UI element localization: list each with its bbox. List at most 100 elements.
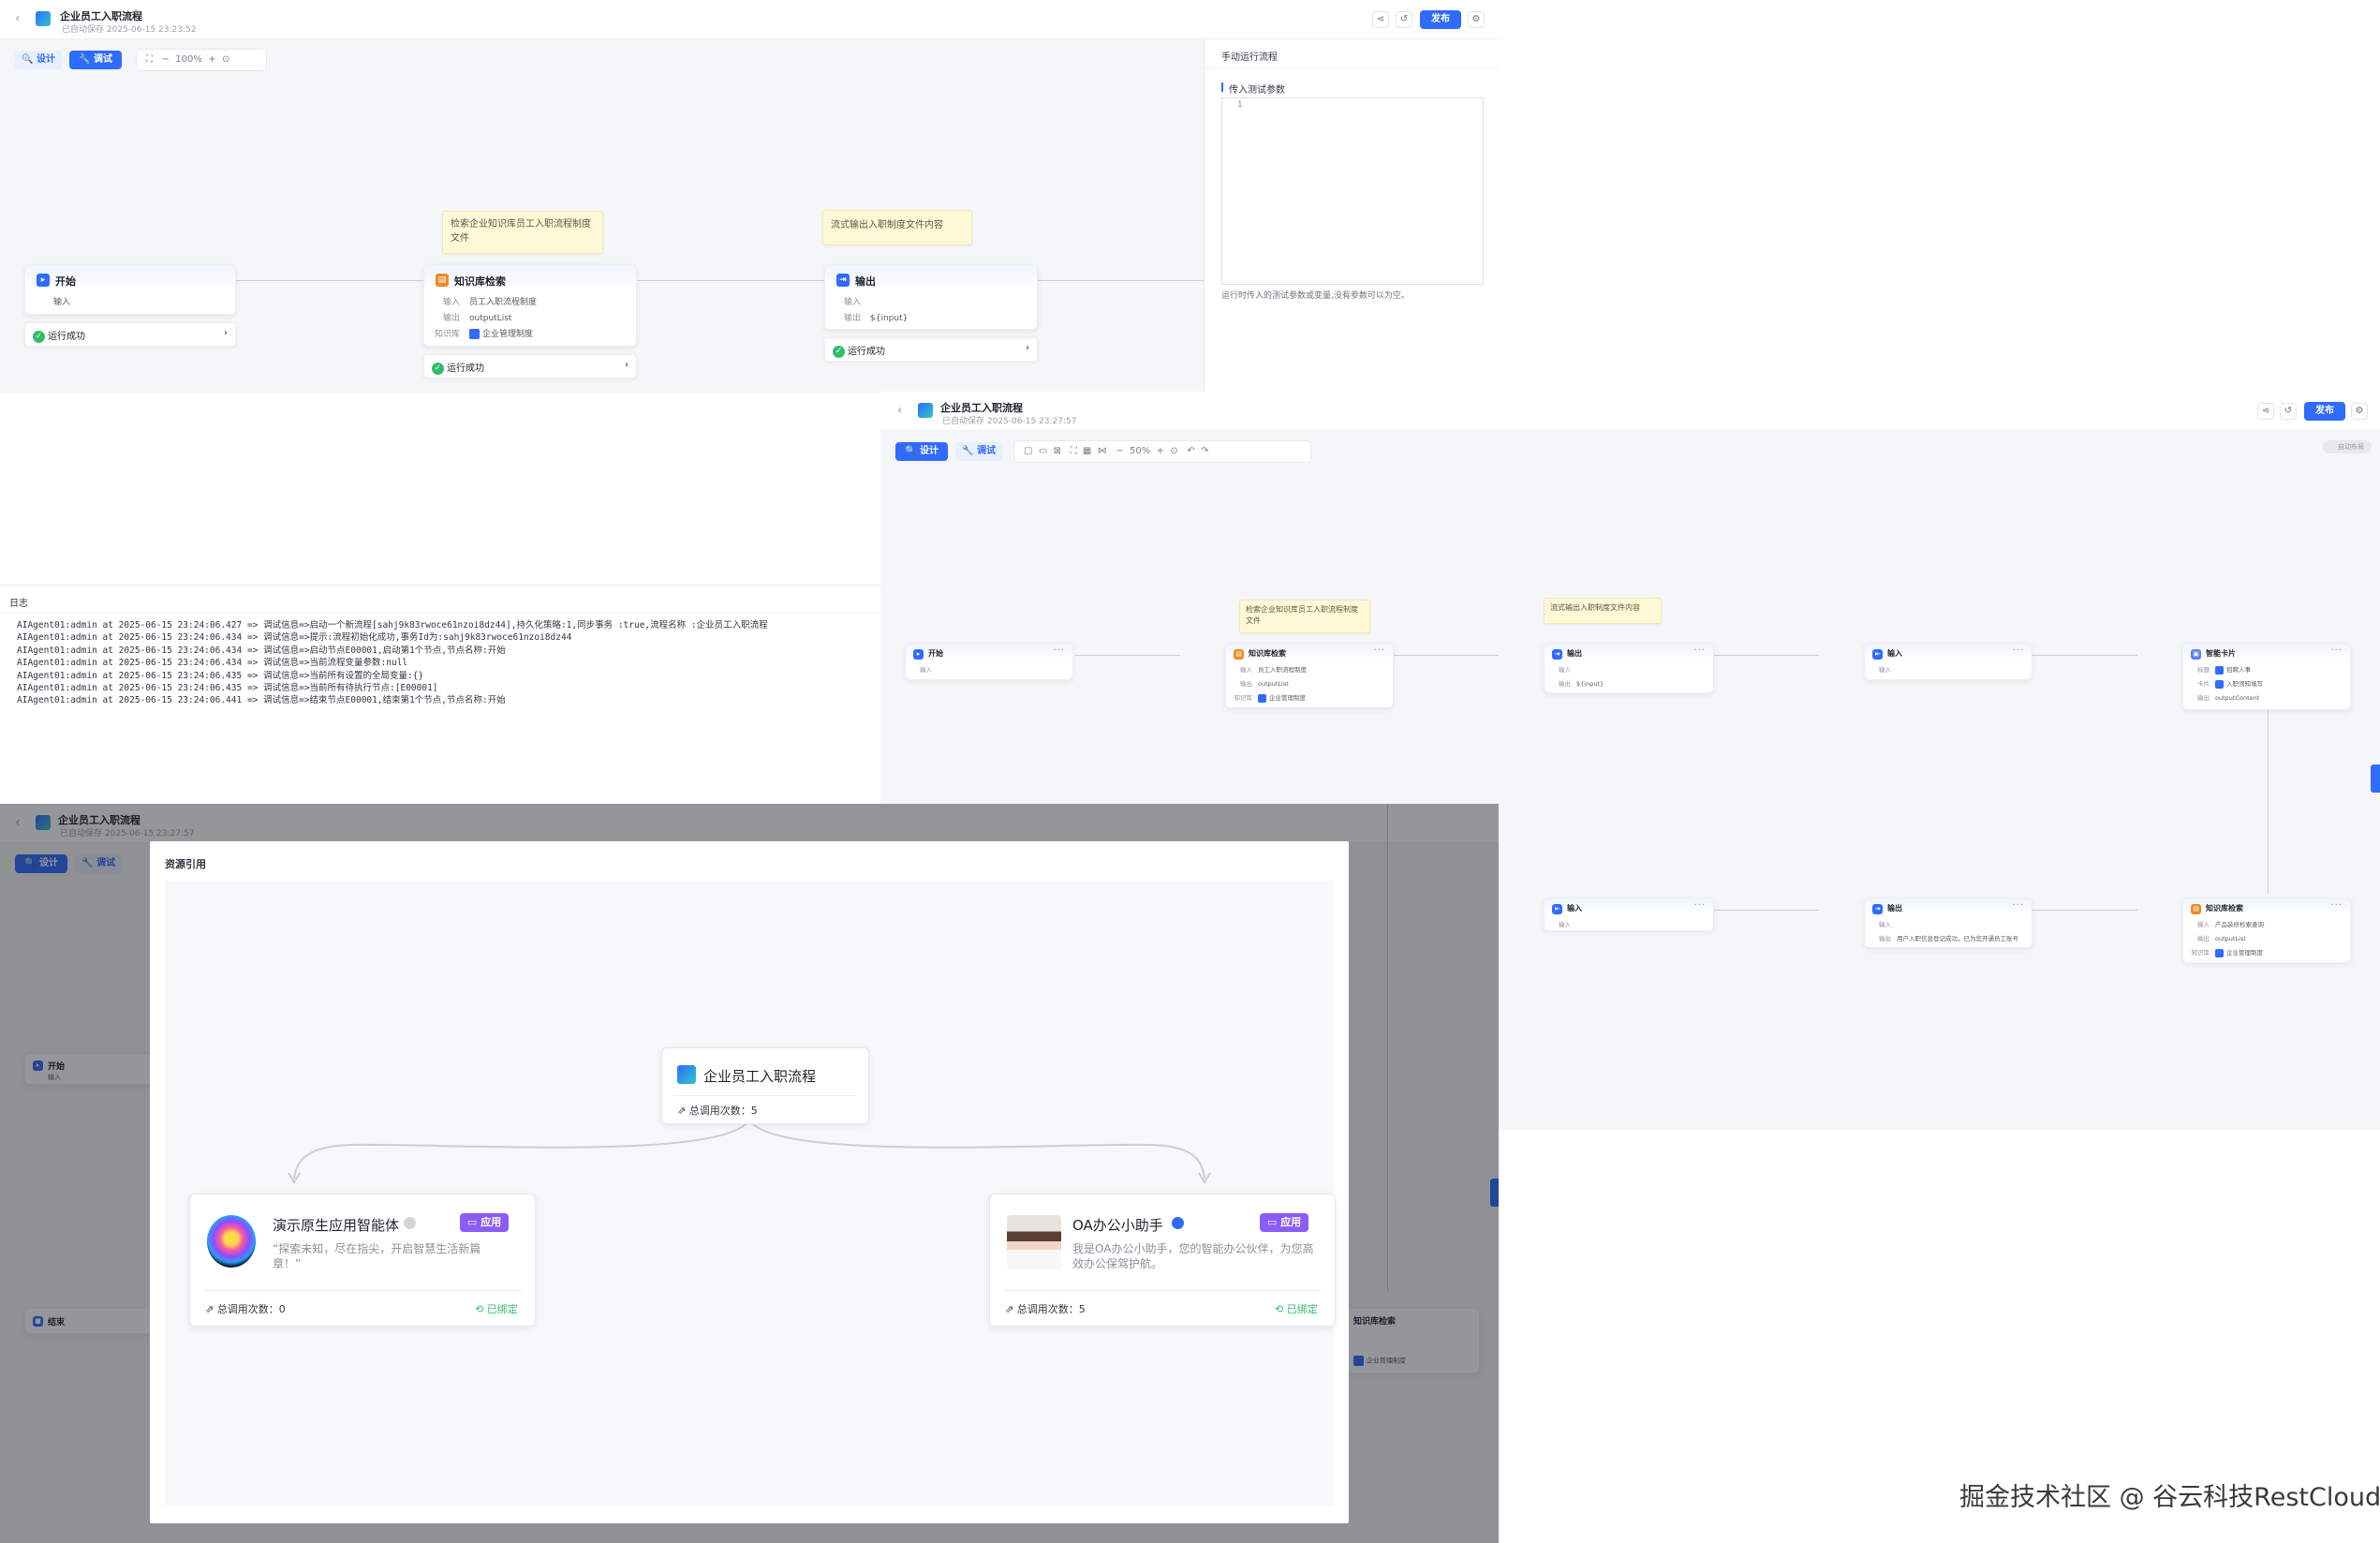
more-icon[interactable]: ··· xyxy=(1693,645,1706,656)
log-line: AIAgent01:admin at 2025-06-15 23:24:06.4… xyxy=(17,683,438,693)
agent-avatar xyxy=(207,1215,256,1268)
settings-icon[interactable]: ⚙ xyxy=(2351,403,2368,420)
zoom-in-icon[interactable]: + xyxy=(1157,446,1164,456)
back-icon[interactable]: ‹ xyxy=(15,11,21,26)
node-start[interactable]: ▸ 开始 输入 xyxy=(24,264,236,315)
app-card-left[interactable]: 演示原生应用智能体 ▭ 应用 “探索未知，尽在指尖，开启智慧生活新篇章！” ⇗ … xyxy=(189,1194,536,1327)
node-row: 输入 xyxy=(1559,921,1571,928)
node-row: 输入 产品装修检索查询 xyxy=(2197,921,2264,928)
node-title: 知识库检索 xyxy=(1249,649,1286,658)
node-row: 输入 xyxy=(53,298,71,307)
link-icon: ⟲ xyxy=(1275,1303,1284,1315)
node-row: 输出 ${input} xyxy=(843,314,909,323)
sticky-note[interactable]: 检索企业知识库员工入职流程制度文件 xyxy=(1239,600,1370,633)
flow-title: 企业员工入职流程 xyxy=(60,10,142,22)
assistant-desc: 我是OA办公小助手，您的智能办公伙伴，为您高效办公保驾护航。 xyxy=(1072,1242,1314,1270)
divider xyxy=(1003,1290,1322,1291)
node-kb-search[interactable]: ▤ 知识库检索 输入 员工入职流程制度 输出 outputList 知识库 企业管理制… xyxy=(423,264,637,347)
zoom-level: 50% xyxy=(1130,446,1151,456)
settings-icon[interactable]: ⚙ xyxy=(1468,11,1485,28)
publish-button[interactable]: 发布 xyxy=(2304,402,2345,421)
zoom-out-icon[interactable]: − xyxy=(1116,446,1123,456)
log-title: 日志 xyxy=(9,599,28,609)
node-output[interactable]: ⇥ 输出 输入 输出 ${input} xyxy=(824,264,1038,330)
editor-a: ‹ 企业员工入职流程 ✎ 已自动保存 2025-06-15 23:23:52 ⋖… xyxy=(0,0,1499,393)
zoom-out-icon[interactable]: − xyxy=(162,54,170,65)
flow-node[interactable]: ▤ 知识库检索 ··· 输入 员工入职流程制度 输出 outputList 知识库 企业管理制度 xyxy=(1225,643,1394,708)
side-handle[interactable] xyxy=(2371,764,2380,793)
grid-icon[interactable]: ▦ xyxy=(1083,446,1091,456)
more-icon[interactable]: ··· xyxy=(2330,645,2343,656)
flow-node[interactable]: ⇤ 输入 ··· 输入 xyxy=(1864,643,2033,680)
sticky-note[interactable]: 检索企业知识库员工入职流程制度文件 xyxy=(442,211,603,254)
sticky-note[interactable]: 流式输出入职制度文件内容 xyxy=(1544,598,1662,624)
flow-node[interactable]: ▸ 开始 ··· 输入 xyxy=(905,643,1073,680)
flow-node[interactable]: ⇤ 输入 ··· 输入 xyxy=(1544,898,1714,931)
app-card-right[interactable]: OA办公小助手 ▭ 应用 我是OA办公小助手，您的智能办公伙伴，为您高效办公保驾… xyxy=(989,1194,1336,1327)
node-title: 输入 xyxy=(1887,649,1902,658)
delete-icon[interactable]: ⊠ xyxy=(1054,446,1061,456)
redo-icon[interactable]: ↷ xyxy=(1201,446,1208,456)
node-icon: ⇤ xyxy=(1552,904,1562,914)
design-tab[interactable]: 🔍 设计 xyxy=(895,442,948,461)
log-line: AIAgent01:admin at 2025-06-15 23:24:06.4… xyxy=(17,670,424,681)
history-icon[interactable]: ↺ xyxy=(1396,11,1412,28)
more-icon[interactable]: ··· xyxy=(2012,900,2024,911)
history-icon[interactable]: ↺ xyxy=(2280,403,2297,420)
edge-left xyxy=(293,1119,750,1180)
reset-icon[interactable]: ⊙ xyxy=(1170,446,1177,456)
autosave-time: 已自动保存 2025-06-15 23:23:52 xyxy=(62,25,197,35)
edit-icon[interactable]: ✎ xyxy=(134,8,141,19)
flow-title: 企业员工入职流程 xyxy=(940,402,1023,414)
param-editor[interactable]: 1 xyxy=(1221,97,1484,285)
sticky-note[interactable]: 流式输出入职制度文件内容 xyxy=(822,210,972,245)
assistant-avatar xyxy=(1007,1215,1061,1269)
run-status[interactable]: ✓ 运行成功 › xyxy=(24,322,236,347)
flow-node[interactable]: ⇥ 输出 ··· 输入 输出 ${input} xyxy=(1544,643,1714,693)
node-title: 开始 xyxy=(928,649,943,658)
log-panel: 日志 AIAgent01:admin at 2025-06-15 23:24:0… xyxy=(0,585,880,804)
chevron-right-icon: › xyxy=(625,360,628,370)
chat-icon[interactable]: ▭ xyxy=(1039,446,1047,456)
edge xyxy=(1714,910,1819,911)
run-status[interactable]: ✓ 运行成功 › xyxy=(423,354,637,378)
more-icon[interactable]: ··· xyxy=(1373,645,1385,656)
more-icon[interactable]: ··· xyxy=(1693,900,1706,911)
node-title: 输出 xyxy=(1567,649,1582,658)
chevron-right-icon: › xyxy=(224,328,228,338)
more-icon[interactable]: ··· xyxy=(1053,645,1065,656)
debug-tab[interactable]: 🔧 调试 xyxy=(955,442,1002,461)
flow-node[interactable]: ▤ 知识库检索 ··· 输入 产品装修检索查询 输出 outputList 知识库 企业管理制度 xyxy=(2182,898,2351,963)
app-logo xyxy=(918,403,933,418)
zoom-in-icon[interactable]: + xyxy=(208,54,215,65)
share-icon: ⇗ xyxy=(205,1303,214,1315)
debug-tab[interactable]: 🔧 调试 xyxy=(69,51,122,69)
edge xyxy=(2033,655,2137,656)
layout-icon[interactable]: ⋈ xyxy=(1098,446,1107,456)
share-icon[interactable]: ⋖ xyxy=(1372,11,1389,28)
node-icon: ▤ xyxy=(2191,904,2201,914)
more-icon[interactable]: ··· xyxy=(2012,645,2024,656)
run-status[interactable]: ✓ 运行成功 › xyxy=(824,337,1038,362)
flow-card[interactable]: 企业员工入职流程 ⇗ 总调用次数：5 xyxy=(661,1047,869,1124)
publish-button[interactable]: 发布 xyxy=(1420,10,1461,29)
comment-icon[interactable]: ▢ xyxy=(1024,446,1032,456)
node-icon: ⇥ xyxy=(1872,904,1883,914)
back-icon[interactable]: ‹ xyxy=(897,403,903,418)
flow-node[interactable]: ⇥ 输出 ··· 输入 输出 用户入职信息登记成功，已为您开通员工账号 xyxy=(1864,898,2033,948)
auto-layout-toggle[interactable]: 自动布局 xyxy=(2323,440,2372,453)
fit-icon[interactable]: ⛶ xyxy=(1071,446,1077,456)
design-tab[interactable]: 🔍 设计 xyxy=(15,51,62,69)
edge xyxy=(1038,280,1206,281)
app-tag: ▭ 应用 xyxy=(460,1213,509,1232)
undo-icon[interactable]: ↶ xyxy=(1187,446,1194,456)
flow-node[interactable]: ▣ 智能卡片 ··· 标题 招聘人事 卡片 入职须知填写 输出 outputContent xyxy=(2182,643,2351,710)
watermark: 掘金技术社区 @ 谷云科技RestCloud xyxy=(1959,1483,2380,1512)
more-icon[interactable]: ··· xyxy=(2330,900,2343,911)
reset-icon[interactable]: ⊙ xyxy=(222,54,229,65)
share-icon[interactable]: ⋖ xyxy=(2257,403,2274,420)
fit-icon[interactable]: ⛶ xyxy=(146,54,153,65)
edge xyxy=(2268,710,2269,894)
modal-title: 资源引用 xyxy=(165,858,206,870)
agent-calls: ⇗ 总调用次数：0 xyxy=(205,1303,286,1315)
